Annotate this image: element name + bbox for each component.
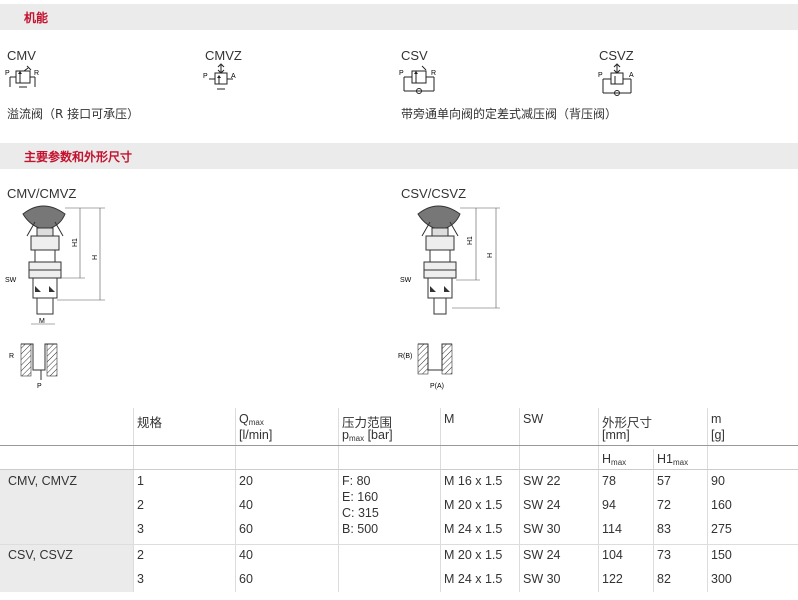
svg-text:H1: H1: [467, 236, 474, 245]
header-mass: m: [711, 412, 722, 426]
svg-text:R(B): R(B): [398, 353, 412, 360]
svg-text:H: H: [92, 255, 99, 260]
header-h1: H1max: [657, 452, 689, 467]
svg-text:A: A: [231, 73, 236, 80]
header-m: M: [444, 412, 455, 426]
pressure-range: E: 160: [342, 490, 379, 504]
pressure-range: C: 315: [342, 506, 379, 520]
csvz-symbol: PA: [597, 63, 645, 103]
svg-text:P: P: [399, 70, 404, 77]
svg-text:SW: SW: [5, 277, 17, 284]
svg-text:SW: SW: [400, 277, 412, 284]
svg-text:P: P: [37, 383, 42, 390]
csv-symbol: PR: [398, 63, 446, 101]
drawing-title-left: CMV/CMVZ: [7, 186, 77, 201]
function-name-csv: CSV: [401, 48, 428, 63]
function-name-csvz: CSVZ: [599, 48, 634, 63]
svg-text:R: R: [34, 70, 39, 77]
function-name-cmvz: CMVZ: [205, 48, 242, 63]
cmv-symbol: PR: [5, 63, 45, 97]
group-label-csv: CSV, CSVZ: [8, 548, 73, 562]
header-q-unit: [l/min]: [239, 428, 273, 442]
function-name-cmv: CMV: [7, 48, 36, 63]
svg-text:R: R: [431, 70, 436, 77]
svg-text:P: P: [598, 72, 603, 79]
header-mass-unit: [g]: [711, 428, 725, 442]
svg-text:M: M: [39, 318, 45, 325]
header-dims-unit: [mm]: [602, 428, 630, 442]
description-left: 溢流阀（R 接口可承压）: [7, 107, 140, 121]
pressure-range: F: 80: [342, 474, 371, 488]
header-sw: SW: [523, 412, 544, 426]
svg-text:P: P: [203, 73, 208, 80]
params-section-header: 主要参数和外形尺寸: [0, 143, 798, 169]
header-q: Qmax: [239, 412, 264, 427]
parameter-table: 规格 Qmax [l/min] 压力范围 pmax [bar] M SW 外形尺…: [0, 408, 798, 600]
svg-text:H: H: [487, 253, 494, 258]
header-size: 规格: [137, 416, 163, 430]
svg-text:P(A): P(A): [430, 383, 444, 390]
header-h: Hmax: [602, 452, 627, 467]
pressure-range: B: 500: [342, 522, 379, 536]
group-label-cmv: CMV, CMVZ: [8, 474, 77, 488]
svg-text:H1: H1: [72, 238, 79, 247]
cmvz-symbol: PA: [202, 63, 242, 99]
header-p: pmax [bar]: [342, 428, 393, 443]
params-title: 主要参数和外形尺寸: [24, 150, 133, 164]
description-right: 带旁通单向阀的定差式减压阀（背压阀）: [401, 107, 618, 121]
csv-dimension-drawing: H1 H SW R(B) P(A): [398, 200, 508, 396]
svg-text:P: P: [5, 70, 10, 77]
functions-title: 机能: [24, 11, 49, 25]
svg-text:A: A: [629, 72, 634, 79]
functions-section-header: 机能: [0, 4, 798, 30]
cmv-dimension-drawing: H1 H SW M R P: [5, 200, 115, 394]
drawing-title-right: CSV/CSVZ: [401, 186, 467, 201]
svg-text:R: R: [9, 353, 14, 360]
